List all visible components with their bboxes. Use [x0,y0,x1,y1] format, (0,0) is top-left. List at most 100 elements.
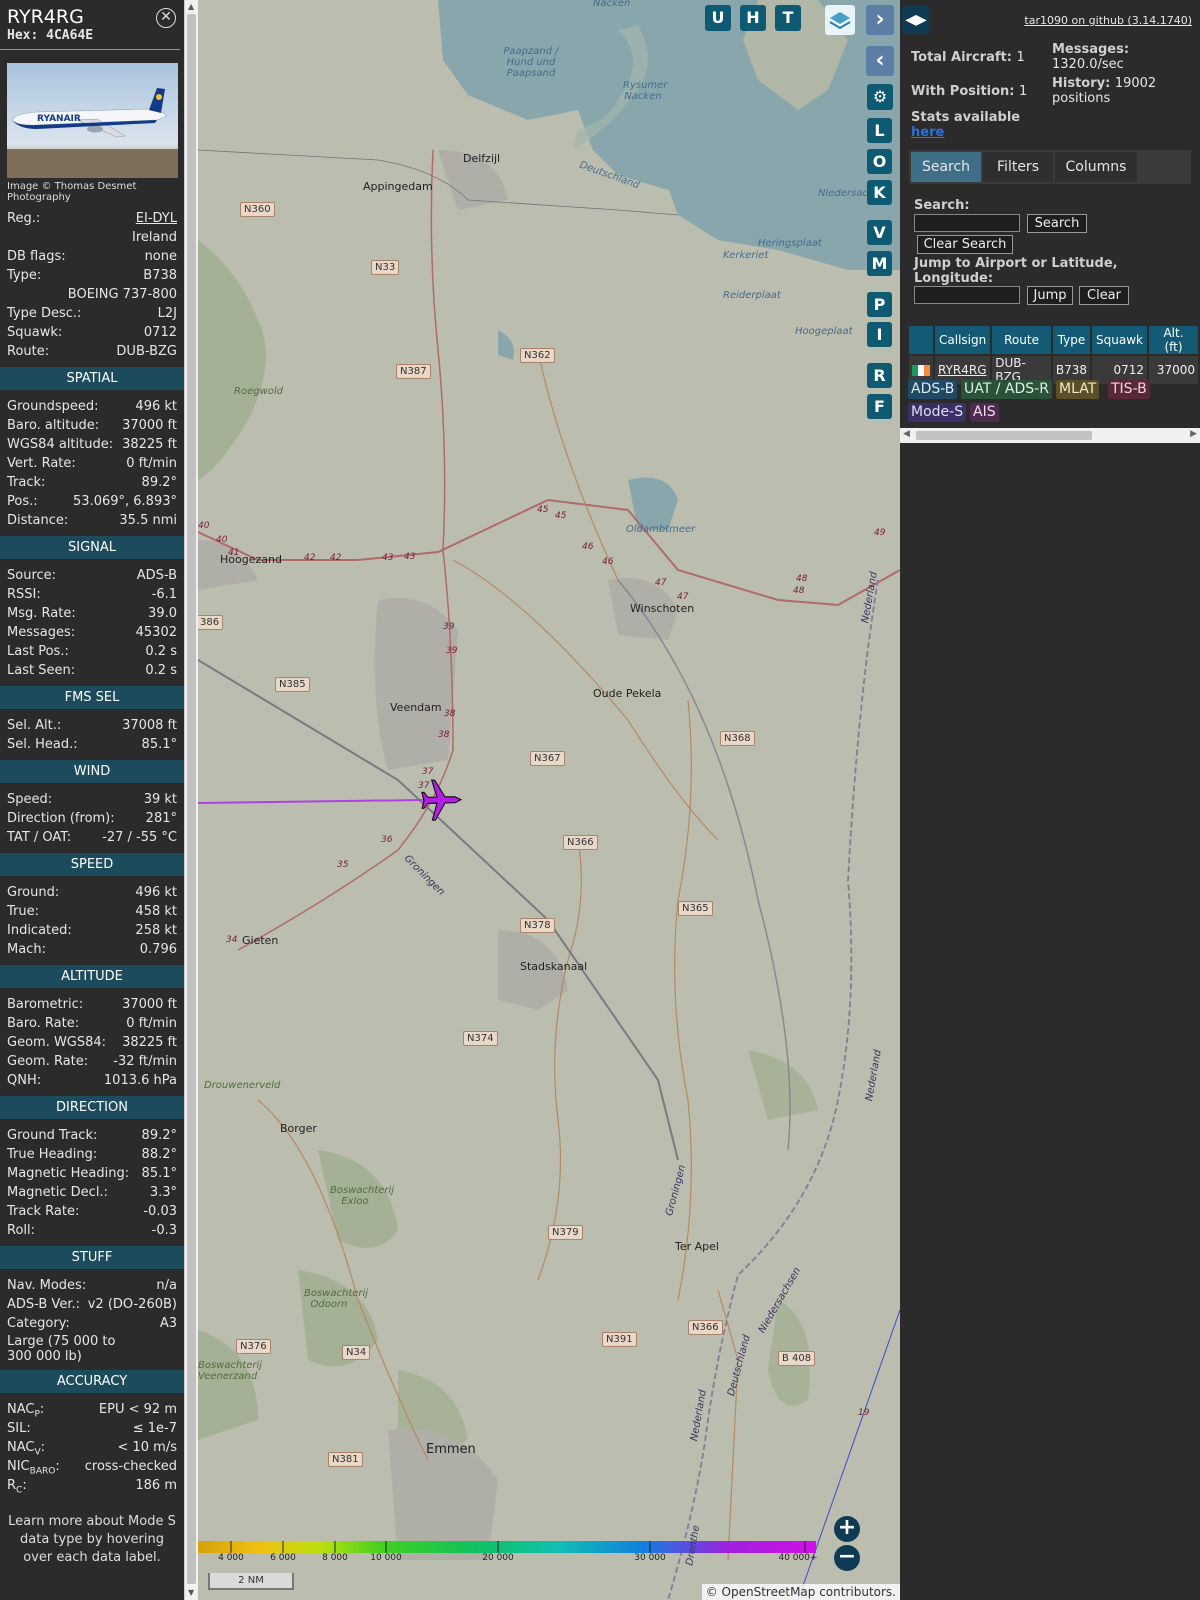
data-label[interactable]: Roll: [7,1221,35,1240]
tab-columns[interactable]: Columns [1055,152,1137,182]
data-value: 0.796 [139,942,177,957]
data-label[interactable]: Magnetic Decl.: [7,1183,108,1202]
data-label[interactable]: RSSI: [7,585,41,604]
data-label[interactable]: WGS84 altitude: [7,435,113,454]
map-toggle-button-v[interactable]: V [867,220,892,245]
map-toggle-button-i[interactable]: I [867,322,892,347]
zoom-in-button[interactable]: + [834,1516,860,1542]
scroll-up-icon[interactable]: ▲ [188,2,194,11]
data-label[interactable]: Messages: [7,623,75,642]
data-label[interactable]: Msg. Rate: [7,604,76,623]
tab-filters[interactable]: Filters [983,152,1053,182]
map-toggle-button-o[interactable]: O [867,149,892,174]
data-label[interactable]: Track: [7,473,45,492]
registration-link[interactable]: EI-DYL [136,209,177,228]
data-label[interactable]: Nav. Modes: [7,1276,86,1295]
next-panel-icon[interactable]: › [866,5,894,35]
column-header-route[interactable]: Route [992,326,1051,354]
data-label[interactable]: Magnetic Heading: [7,1164,129,1183]
data-label[interactable]: NACP: [7,1400,44,1420]
version-link[interactable]: tar1090 on github (3.14.1740) [1024,14,1192,27]
data-label[interactable]: Distance: [7,511,68,530]
map-toggle-button-m[interactable]: M [867,251,892,276]
data-label[interactable]: QNH: [7,1071,41,1090]
data-label[interactable]: Vert. Rate: [7,454,76,473]
search-input[interactable] [914,214,1020,232]
data-label[interactable]: Track Rate: [7,1202,79,1221]
column-header-flag[interactable] [909,326,933,354]
data-label[interactable]: Sel. Alt.: [7,716,61,735]
data-label[interactable]: ADS-B Ver.: [7,1295,80,1314]
forest-label: Roegwold [234,386,283,397]
data-label-text: Baro. Rate: [7,1016,80,1031]
data-label[interactable]: SIL: [7,1419,31,1438]
map-toggle-button-p[interactable]: P [867,292,892,317]
data-label[interactable]: Ground Track: [7,1126,97,1145]
jump-button[interactable]: Jump [1027,286,1073,305]
road-number-badge: B 408 [778,1351,816,1366]
zoom-out-button[interactable]: − [834,1545,860,1571]
data-label[interactable]: True Heading: [7,1145,97,1164]
data-label[interactable]: Category: [7,1314,70,1333]
jump-input[interactable] [914,286,1020,304]
map-toggle-button-l[interactable]: L [867,118,892,143]
altitude-legend-tick: 10 000 [370,1553,402,1563]
data-label[interactable]: Sel. Head.: [7,735,78,754]
map-toggle-button-t[interactable]: T [775,5,801,31]
section-header-wind: WIND [0,760,184,783]
settings-gear-icon[interactable]: ⚙ [867,84,893,110]
column-header-callsign[interactable]: Callsign [935,326,991,354]
data-label[interactable]: Baro. altitude: [7,416,99,435]
data-label[interactable]: Mach: [7,940,46,959]
data-label[interactable]: Barometric: [7,995,83,1014]
close-icon[interactable]: ✕ [156,8,176,28]
column-header-type[interactable]: Type [1052,326,1091,354]
data-label[interactable]: Pos.: [7,492,38,511]
map-attribution[interactable]: © OpenStreetMap contributors. [701,1584,900,1600]
data-label[interactable]: TAT / OAT: [7,828,71,847]
motorway-km-label: 47 [655,578,667,588]
hex-code[interactable]: 4CA64E [46,28,93,43]
data-label[interactable]: Ground: [7,883,59,902]
scrollbar-thumb[interactable] [187,14,196,1584]
data-label[interactable]: NACV: [7,1438,45,1458]
scroll-left-icon[interactable]: ◀ [903,429,910,439]
stats-link[interactable]: here [911,125,944,140]
scroll-right-icon[interactable]: ▶ [1190,429,1197,439]
map-toggle-button-h[interactable]: H [740,5,766,31]
data-label[interactable]: NICBARO: [7,1457,60,1477]
data-label[interactable]: Last Seen: [7,661,75,680]
aircraft-photo[interactable]: RYANAIR [7,63,178,178]
data-label[interactable]: Geom. WGS84: [7,1033,106,1052]
map-toggle-button-u[interactable]: U [705,5,731,31]
tab-search[interactable]: Search [911,152,981,182]
map-view[interactable]: Delfzijl Appingedam Hoogezand Winschoten Oud… [198,0,900,1600]
data-label[interactable]: Indicated: [7,921,72,940]
hscroll-thumb[interactable] [916,431,1092,440]
map-toggle-button-f[interactable]: F [867,394,892,419]
data-label[interactable]: Geom. Rate: [7,1052,88,1071]
clear-search-button[interactable]: Clear Search [917,235,1013,254]
data-label[interactable]: RC: [7,1476,27,1496]
data-label-text: Pos.: [7,494,38,509]
map-toggle-button-k[interactable]: K [867,180,892,205]
info-footnote: Learn more about Mode S data type by hov… [8,1514,176,1565]
data-label[interactable]: Speed: [7,790,52,809]
data-label[interactable]: Last Pos.: [7,642,69,661]
toggle-sidebar-icon[interactable]: ◀▶ [902,6,930,34]
prev-panel-icon[interactable]: ‹ [866,46,894,76]
column-header-squawk[interactable]: Squawk [1092,326,1147,354]
data-label[interactable]: Direction (from): [7,809,115,828]
layers-icon[interactable] [825,5,855,35]
data-label[interactable]: True: [7,902,39,921]
search-button[interactable]: Search [1027,214,1087,233]
map-toggle-button-r[interactable]: R [867,363,892,388]
table-horizontal-scrollbar[interactable]: ◀ ▶ [900,428,1200,443]
data-label[interactable]: Groundspeed: [7,397,98,416]
info-panel-scrollbar[interactable]: ▲ ▼ [184,0,198,1600]
data-label[interactable]: Source: [7,566,56,585]
column-header-alt-ft[interactable]: Alt. (ft) [1149,326,1198,354]
data-label[interactable]: Baro. Rate: [7,1014,79,1033]
scroll-down-icon[interactable]: ▼ [188,1588,194,1597]
clear-button[interactable]: Clear [1079,286,1129,305]
